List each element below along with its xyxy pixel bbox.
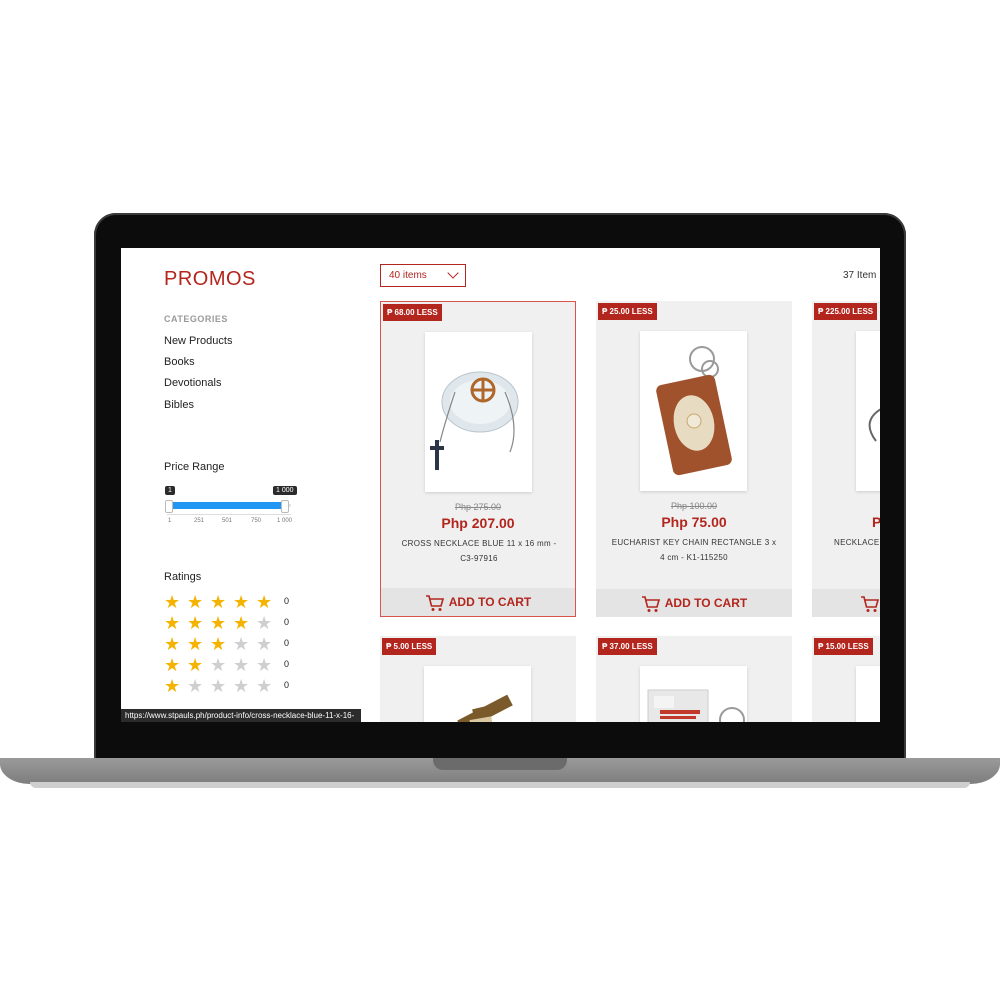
- star-icon: ★: [187, 634, 204, 654]
- price-slider-min-handle[interactable]: [165, 500, 173, 513]
- star-icon: ★: [164, 613, 181, 633]
- product-name[interactable]: NECKLACE: [834, 535, 880, 550]
- cross-image: [457, 694, 513, 722]
- price: P: [872, 514, 880, 530]
- star-icon: ★: [256, 676, 273, 696]
- page-title: PROMOS: [164, 268, 256, 290]
- product-card[interactable]: ₱ 37.00 LESS: [596, 636, 792, 722]
- discount-badge: ₱ 5.00 LESS: [382, 638, 437, 655]
- packaged-keychain-image: [647, 689, 745, 722]
- necklace-image: [868, 408, 880, 442]
- screen: PROMOS CATEGORIES New Products Books Dev…: [121, 248, 880, 722]
- sidebar: PROMOS CATEGORIES New Products Books Dev…: [121, 248, 361, 722]
- tick-label: 750: [251, 518, 262, 524]
- product-image[interactable]: [640, 666, 747, 722]
- cross-necklace-image: [430, 371, 519, 470]
- star-icon: ★: [233, 676, 250, 696]
- price-max-label: 1 000: [273, 486, 297, 495]
- price-slider-range[interactable]: [169, 502, 283, 509]
- add-to-cart-button[interactable]: [812, 589, 880, 617]
- add-to-cart-label: ADD TO CART: [664, 596, 748, 610]
- add-to-cart-button[interactable]: ADD TO CART: [596, 589, 792, 617]
- price: Php 207.00: [441, 515, 515, 531]
- discount-badge: ₱ 25.00 LESS: [598, 303, 657, 320]
- star-icon: ★: [233, 634, 250, 654]
- product-image[interactable]: [425, 332, 532, 492]
- star-icon: ★: [256, 655, 273, 675]
- product-card[interactable]: ₱ 225.00 LESS P NECKLACE: [812, 301, 880, 617]
- rating-count: 0: [284, 617, 290, 627]
- star-icon: ★: [233, 655, 250, 675]
- price-slider-max-handle[interactable]: [281, 500, 289, 513]
- rating-count: 0: [284, 659, 290, 669]
- star-icon: ★: [164, 655, 181, 675]
- category-new-products[interactable]: New Products: [164, 335, 232, 347]
- cart-icon: [861, 596, 880, 612]
- star-icon: ★: [187, 613, 204, 633]
- rating-count: 0: [284, 596, 290, 606]
- product-card[interactable]: ₱ 25.00 LESS Php 100.00 Php 75.00 EUCHAR…: [596, 301, 792, 617]
- add-to-cart-label: ADD TO CART: [448, 595, 532, 609]
- chevron-down-icon: [447, 267, 459, 279]
- star-icon: ★: [233, 592, 250, 612]
- tick-label: 251: [194, 518, 205, 524]
- ratings-heading: Ratings: [164, 571, 202, 583]
- old-price: Php 275.00: [454, 502, 502, 512]
- star-icon: ★: [256, 613, 273, 633]
- star-icon: ★: [187, 676, 204, 696]
- star-icon: ★: [256, 592, 273, 612]
- star-icon: ★: [210, 592, 227, 612]
- categories-heading: CATEGORIES: [164, 314, 228, 324]
- star-icon: ★: [210, 655, 227, 675]
- cart-icon: [641, 596, 660, 612]
- product-name[interactable]: CROSS NECKLACE BLUE 11 x 16 mm - C3-9791…: [395, 536, 563, 566]
- star-icon: ★: [187, 655, 204, 675]
- star-icon: ★: [210, 634, 227, 654]
- discount-badge: ₱ 68.00 LESS: [383, 304, 442, 321]
- category-bibles[interactable]: Bibles: [164, 399, 194, 411]
- discount-badge: ₱ 15.00 LESS: [814, 638, 873, 655]
- product-image[interactable]: [640, 331, 747, 491]
- product-image[interactable]: [856, 331, 880, 491]
- rating-count: 0: [284, 638, 290, 648]
- product-image[interactable]: [856, 666, 880, 722]
- star-icon: ★: [210, 676, 227, 696]
- items-per-page-select[interactable]: 40 items: [380, 264, 466, 287]
- items-per-page-value: 40 items: [389, 270, 427, 281]
- laptop-base-edge: [30, 782, 970, 788]
- price-min-label: 1: [165, 486, 175, 495]
- product-image[interactable]: [424, 666, 531, 722]
- product-card[interactable]: ₱ 68.00 LESS Php 275.00 Php 207.00 CROSS…: [380, 301, 576, 617]
- items-count: 37 Item: [843, 270, 877, 281]
- product-card[interactable]: ₱ 5.00 LESS: [380, 636, 576, 722]
- status-bar-url: https://www.stpauls.ph/product-info/cros…: [121, 709, 361, 722]
- tick-label: 1 000: [277, 518, 293, 524]
- star-icon: ★: [256, 634, 273, 654]
- category-devotionals[interactable]: Devotionals: [164, 377, 221, 389]
- star-icon: ★: [164, 634, 181, 654]
- cart-icon: [425, 595, 444, 611]
- star-icon: ★: [164, 592, 181, 612]
- discount-badge: ₱ 37.00 LESS: [598, 638, 657, 655]
- price: Php 75.00: [661, 514, 727, 530]
- add-to-cart-button[interactable]: ADD TO CART: [381, 588, 575, 616]
- rating-count: 0: [284, 680, 290, 690]
- tick-label: 1: [168, 518, 172, 524]
- discount-badge: ₱ 225.00 LESS: [814, 303, 878, 320]
- product-name[interactable]: EUCHARIST KEY CHAIN RECTANGLE 3 x 4 cm -…: [610, 535, 778, 565]
- star-icon: ★: [164, 676, 181, 696]
- old-price: Php 100.00: [670, 501, 718, 511]
- star-icon: ★: [187, 592, 204, 612]
- product-card[interactable]: ₱ 15.00 LESS: [812, 636, 880, 722]
- star-icon: ★: [233, 613, 250, 633]
- laptop-notch: [433, 758, 567, 770]
- tick-label: 501: [222, 518, 233, 524]
- price-range-heading: Price Range: [164, 461, 225, 473]
- category-books[interactable]: Books: [164, 356, 195, 368]
- keychain-image: [656, 346, 732, 476]
- star-icon: ★: [210, 613, 227, 633]
